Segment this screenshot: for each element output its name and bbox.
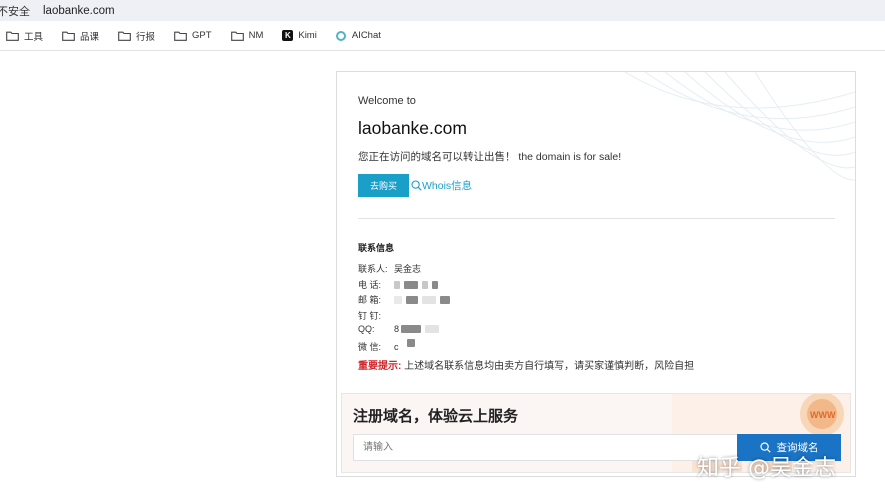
contact-label: QQ:: [358, 324, 375, 334]
bookmark-aichat[interactable]: AIChat: [335, 27, 381, 45]
contact-label: 钉 钉:: [358, 311, 382, 321]
aichat-icon: [335, 30, 346, 41]
domain-sale-card: Welcome to laobanke.com 您正在访问的域名可以转让出售！ …: [336, 71, 856, 477]
redacted-mark: [432, 280, 438, 289]
watermark: 知乎 @吴金志: [697, 456, 836, 481]
sale-message: 您正在访问的域名可以转让出售！ the domain is for sale!: [358, 151, 622, 163]
bookmark-gpt[interactable]: GPT: [174, 27, 212, 45]
bookmark-label: 行报: [136, 31, 156, 43]
folder-icon: [174, 31, 187, 41]
welcome-text: Welcome to: [358, 95, 416, 107]
contact-value: 8: [394, 324, 400, 334]
redacted-mark: [422, 280, 428, 289]
url-text[interactable]: laobanke.com: [43, 5, 115, 17]
bookmark-tools[interactable]: 工具: [6, 27, 43, 45]
contact-label: 邮 箱:: [358, 295, 382, 305]
folder-icon: [230, 31, 244, 41]
contact-label: 联系人:: [358, 264, 388, 274]
bookmark-label: AIChat: [351, 30, 381, 41]
redacted-mark: [394, 295, 402, 304]
bookmark-hangbao[interactable]: 行报: [118, 27, 155, 45]
notice-label: 重要提示:: [358, 361, 402, 372]
redacted-mark: [401, 325, 422, 333]
whois-link[interactable]: Whois信息: [411, 178, 472, 193]
redacted-mark: [422, 295, 436, 304]
bookmark-label: GPT: [192, 30, 212, 41]
contact-value: 吴金志: [394, 264, 422, 274]
contact-row-qq: QQ: 8: [358, 324, 443, 334]
search-icon: [411, 180, 422, 191]
svg-text:WWW: WWW: [810, 410, 836, 420]
decorative-wave-pattern: [624, 72, 855, 181]
redacted-mark: [404, 280, 418, 289]
contact-title: 联系信息: [358, 243, 395, 253]
redacted-mark: [440, 295, 450, 304]
bookmark-nm[interactable]: NM: [230, 27, 264, 45]
whois-label: Whois信息: [422, 180, 473, 192]
security-label[interactable]: 不安全: [0, 3, 30, 19]
contact-row-dingtalk: 钉 钉:: [358, 309, 394, 322]
address-bar[interactable]: 不安全 laobanke.com: [0, 0, 885, 21]
bookmark-kimi[interactable]: K Kimi: [282, 27, 317, 45]
contact-row-phone: 电 话:: [358, 278, 442, 291]
contact-label: 电 话:: [358, 280, 382, 290]
notice-text: 上述域名联系信息均由卖方自行填写，请买家谨慎判断，风险自担: [404, 361, 695, 372]
buy-button[interactable]: 去购买: [358, 174, 409, 197]
domain-title: laobanke.com: [358, 118, 467, 138]
contact-label: 微 信:: [358, 342, 382, 352]
contact-value: c: [394, 341, 399, 352]
bookmark-label: NM: [248, 30, 264, 41]
kimi-icon: K: [282, 30, 294, 41]
register-title: 注册域名，体验云上服务: [353, 408, 519, 425]
contact-row-wechat: 微 信: c: [358, 338, 419, 353]
bookmark-label: Kimi: [298, 30, 317, 41]
redacted-mark: [406, 295, 418, 304]
folder-icon: [118, 31, 131, 41]
folder-icon: [62, 31, 75, 41]
contact-row-email: 邮 箱:: [358, 293, 454, 306]
divider: [358, 218, 835, 219]
folder-icon: [6, 31, 19, 41]
bookmark-label: 品课: [80, 31, 100, 43]
redacted-mark: [394, 280, 400, 289]
bookmark-pinke[interactable]: 品课: [62, 27, 99, 45]
redacted-mark: [406, 338, 415, 347]
bookmark-label: 工具: [24, 31, 44, 43]
domain-search-input[interactable]: [353, 434, 738, 461]
bookmarks-bar: 工具 品课 行报 GPT NM K Kimi AIChat: [0, 21, 885, 51]
contact-row-name: 联系人: 吴金志: [358, 262, 421, 275]
redacted-mark: [425, 325, 440, 333]
important-notice: 重要提示: 上述域名联系信息均由卖方自行填写，请买家谨慎判断，风险自担: [358, 357, 694, 372]
